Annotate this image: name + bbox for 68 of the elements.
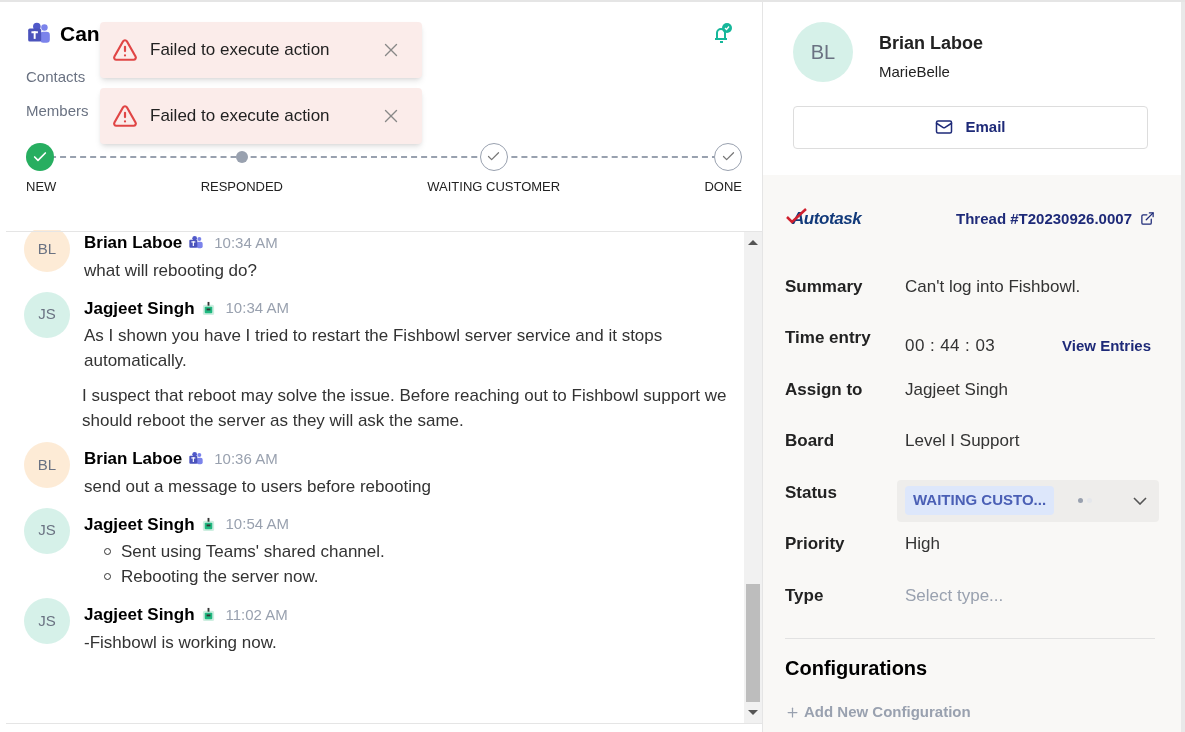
message-text: I suspect that reboot may solve the issue. Before reaching out to Fishbowl support we should reboot the server as they will ask the same. (82, 385, 728, 432)
loading-dots-icon (1078, 498, 1093, 503)
field-label: Priority (785, 533, 846, 555)
message-text: send out a message to users before rebooting (84, 475, 432, 498)
field-label: Assign to (785, 378, 864, 401)
warning-icon (112, 37, 138, 63)
bot-icon (200, 300, 216, 316)
message-text: As I shown you have I tried to restart the Fishbowl server service and it stops automatically. (84, 325, 664, 372)
avatar: JS (24, 507, 70, 554)
field-label: Type (785, 584, 825, 607)
field-label: Time entry (785, 327, 872, 349)
avatar: BL (24, 442, 70, 488)
avatar: JS (24, 598, 70, 644)
bullet-text: Sent using Teams' shared channel. (121, 541, 385, 563)
message-time: 11:02 AM (225, 604, 288, 625)
message-time: 10:36 AM (214, 448, 278, 469)
scroll-down-icon[interactable] (748, 710, 758, 715)
contacts-label: Contacts (26, 66, 87, 87)
scroll-up-icon[interactable] (748, 240, 758, 245)
toast-message: Failed to execute action (150, 39, 330, 62)
message-time: 10:34 AM (225, 298, 289, 318)
field-label: Status (785, 481, 838, 504)
autotask-logo: Autotask (785, 206, 862, 232)
email-button[interactable]: Email (793, 105, 1148, 149)
field-value: Level I Support (905, 430, 1020, 452)
contact-name: Brian Laboe (879, 32, 984, 55)
thread-link[interactable]: Thread #T20230926.0007 (956, 207, 1155, 230)
author-name: Brian Laboe (84, 448, 183, 470)
bullet-text: Rebooting the server now. (121, 566, 319, 588)
avatar: BL (24, 230, 70, 272)
field-value: High (905, 533, 940, 555)
scrollbar-thumb[interactable] (746, 584, 760, 702)
bot-icon (200, 607, 216, 623)
message-text: what will rebooting do? (84, 259, 258, 282)
contact-company: MarieBelle (879, 62, 951, 82)
bot-icon (200, 516, 216, 532)
plus-icon (785, 704, 800, 720)
step-label: WAITING CUSTOMER (427, 177, 561, 196)
message-time: 10:54 AM (225, 514, 289, 534)
step-label: DONE (704, 177, 742, 196)
configurations-heading: Configurations (785, 656, 929, 681)
author-name: Jagjeet Singh (84, 297, 195, 320)
author-name: Jagjeet Singh (84, 604, 195, 626)
chevron-down-icon (1133, 496, 1147, 505)
message-text: -Fishbowl is working now. (84, 631, 278, 654)
status-select[interactable]: WAITING CUSTO... (897, 479, 1159, 522)
external-link-icon (1140, 211, 1155, 227)
toast-message: Failed to execute action (150, 105, 330, 128)
author-name: Brian Laboe (84, 232, 183, 254)
time-value: 00 : 44 : 03 (905, 335, 996, 357)
teams-icon (188, 450, 205, 467)
view-entries-link[interactable]: View Entries (1062, 334, 1151, 357)
contact-avatar: BL (793, 22, 853, 82)
field-label: Board (785, 430, 836, 452)
field-value: Can't log into Fishbowl. (905, 275, 1081, 298)
avatar: JS (24, 291, 70, 338)
scrollbar[interactable] (744, 232, 762, 723)
message-time: 10:34 AM (214, 232, 278, 253)
ticket-title: Can (60, 21, 100, 47)
mail-icon (935, 118, 954, 136)
step-label: RESPONDED (200, 177, 283, 196)
members-label: Members (26, 101, 89, 121)
teams-icon (188, 234, 205, 251)
warning-icon (112, 103, 138, 129)
step-label: NEW (26, 177, 57, 196)
author-name: Jagjeet Singh (84, 513, 195, 536)
field-label: Summary (785, 275, 864, 298)
field-value: Jagjeet Singh (905, 378, 1009, 401)
